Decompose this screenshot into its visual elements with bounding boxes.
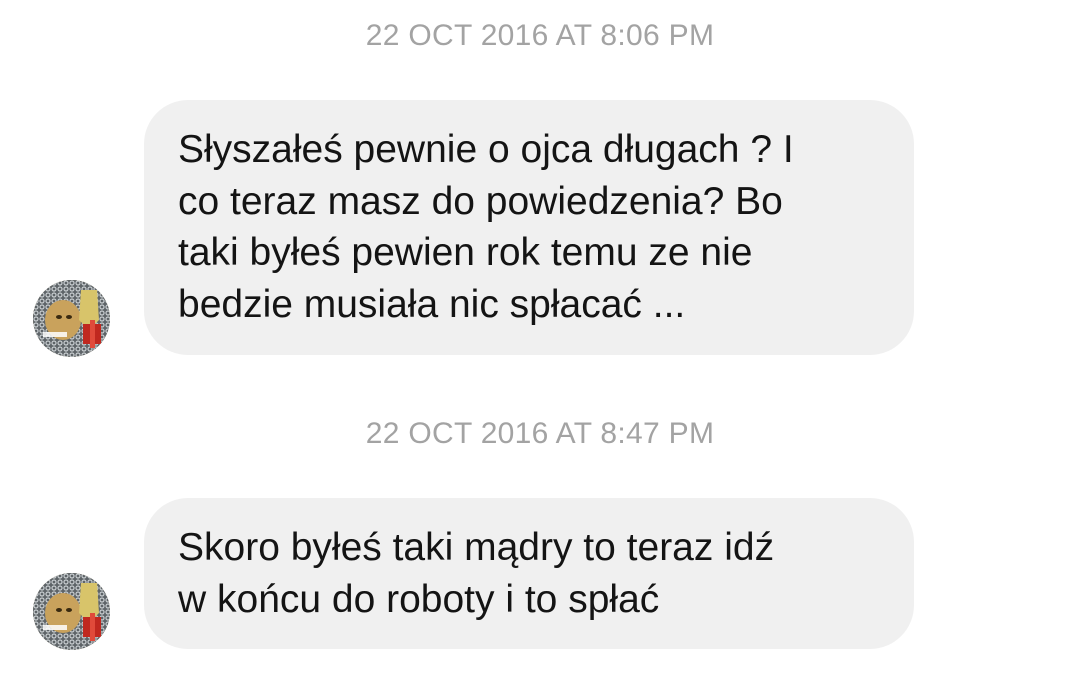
contact-avatar[interactable] (33, 280, 110, 357)
message-text-line: Skoro byłeś taki mądry to teraz idź (178, 526, 775, 569)
avatar-image-icon (33, 573, 110, 650)
message-text-line: co teraz masz do powiedzenia? Bo (178, 179, 783, 223)
message-timestamp: 22 OCT 2016 AT 8:47 PM (365, 417, 715, 450)
received-message-bubble[interactable]: Skoro byłeś taki mądry to teraz idź w ko… (144, 498, 914, 649)
message-text-line: bedzie musiała nic spłacać ... (178, 282, 686, 326)
message-text-line: Słyszałeś pewnie o ojca długach ? I (178, 128, 794, 171)
message-text-line: w końcu do roboty i to spłać (178, 577, 660, 621)
received-message-bubble[interactable]: Słyszałeś pewnie o ojca długach ? I co t… (144, 100, 914, 355)
avatar-image-icon (33, 280, 110, 357)
message-timestamp: 22 OCT 2016 AT 8:06 PM (365, 19, 715, 52)
contact-avatar[interactable] (33, 573, 110, 650)
message-text-line: taki byłeś pewien rok temu ze nie (178, 231, 753, 274)
